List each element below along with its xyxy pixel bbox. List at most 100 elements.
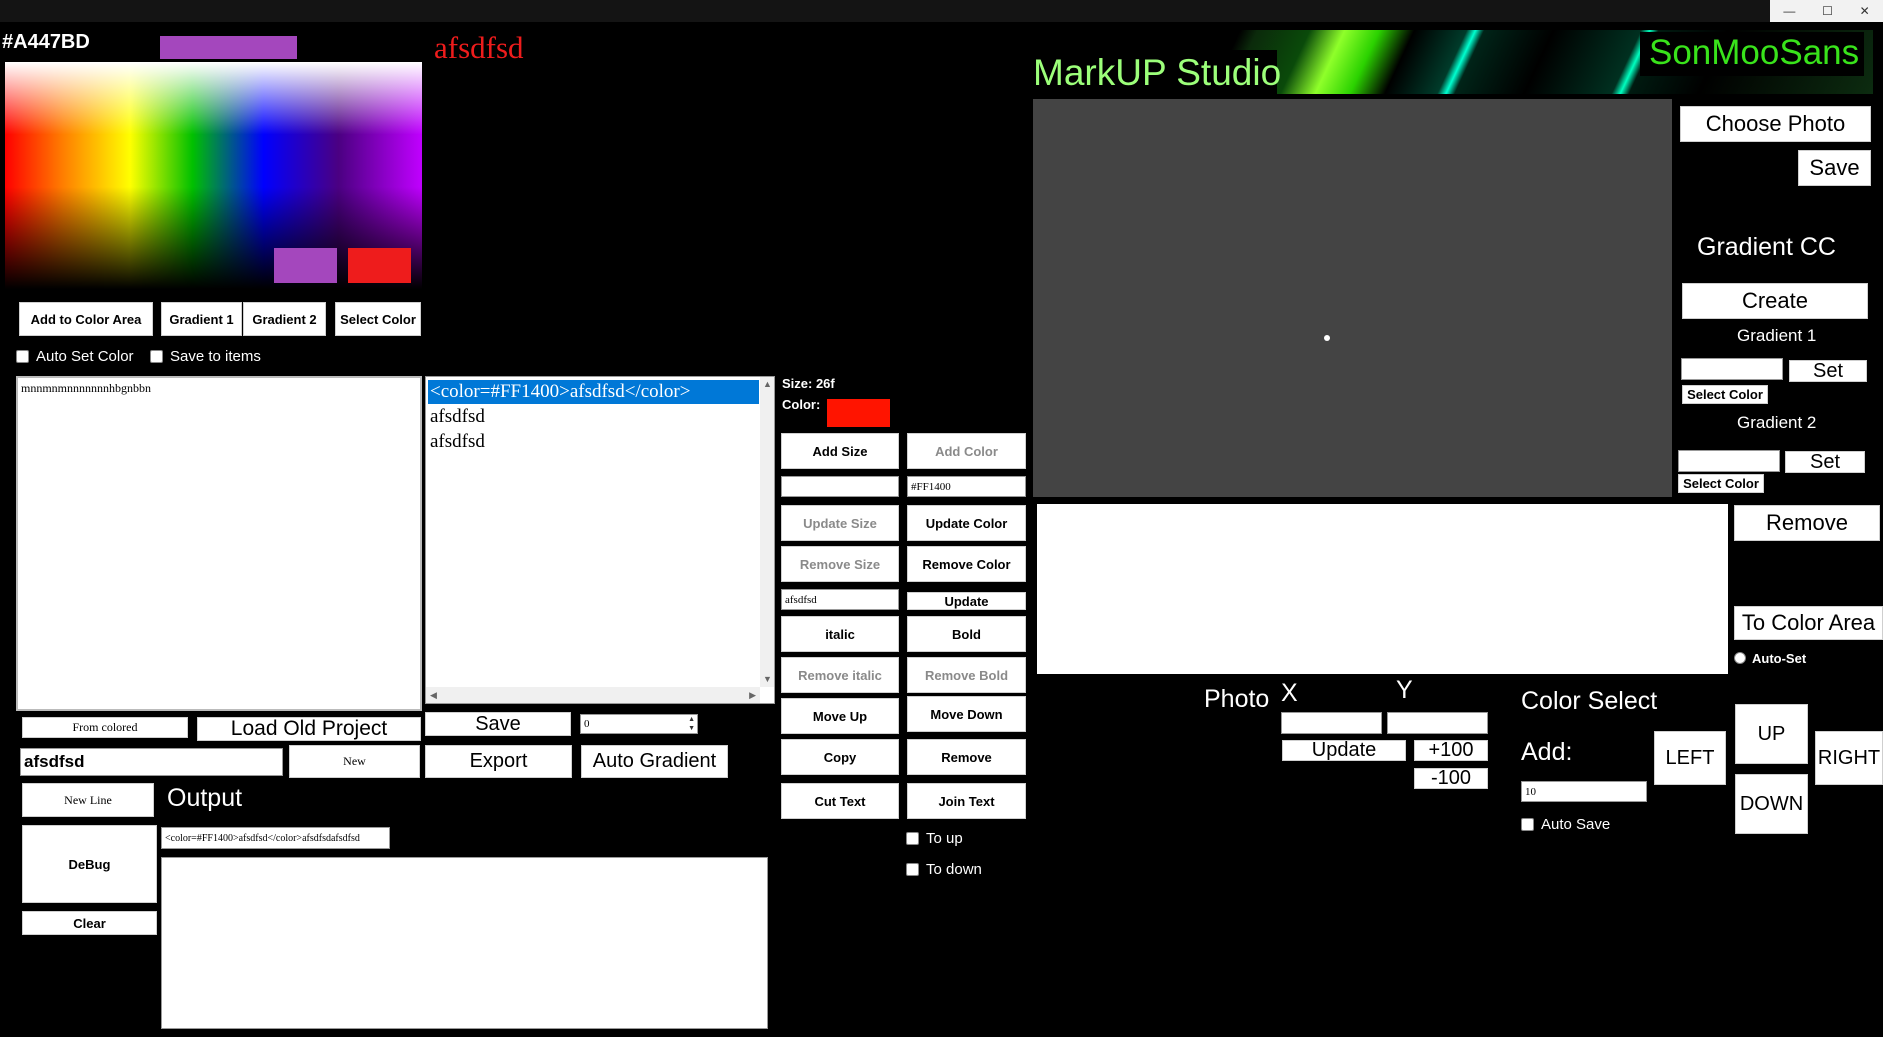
- plus-100-button[interactable]: +100: [1414, 739, 1488, 761]
- color-area-panel[interactable]: [1037, 504, 1728, 674]
- gradient-1-input[interactable]: [1681, 358, 1783, 380]
- scroll-left-icon[interactable]: ◀: [430, 691, 437, 700]
- auto-save-label: Auto Save: [1541, 816, 1611, 833]
- color-label: Color:: [782, 397, 821, 412]
- list-item[interactable]: <color=#FF1400>afsdfsd</color>: [428, 380, 759, 404]
- update-size-button[interactable]: Update Size: [781, 505, 899, 541]
- gradient-2-set-button[interactable]: Set: [1785, 451, 1865, 473]
- up-button[interactable]: UP: [1735, 704, 1808, 764]
- gradient-1-select-color-button[interactable]: Select Color: [1682, 385, 1768, 404]
- gradient-1-button[interactable]: Gradient 1: [161, 302, 242, 336]
- save-button[interactable]: Save: [425, 712, 571, 736]
- down-button[interactable]: DOWN: [1735, 774, 1808, 834]
- color-input[interactable]: #FF1400: [907, 476, 1026, 497]
- photo-label: Photo: [1204, 685, 1270, 713]
- x-input[interactable]: [1281, 712, 1382, 734]
- bold-button[interactable]: Bold: [907, 616, 1026, 652]
- studio-save-button[interactable]: Save: [1798, 150, 1871, 186]
- new-button[interactable]: New: [289, 745, 420, 778]
- vertical-scrollbar[interactable]: ▲ ▼: [760, 377, 774, 687]
- add-size-button[interactable]: Add Size: [781, 433, 899, 469]
- item-list[interactable]: <color=#FF1400>afsdfsd</color> afsdfsd a…: [425, 376, 775, 704]
- move-up-button[interactable]: Move Up: [781, 698, 899, 734]
- y-input[interactable]: [1387, 712, 1488, 734]
- join-text-button[interactable]: Join Text: [907, 783, 1026, 819]
- add-amount-input[interactable]: 10: [1521, 781, 1647, 802]
- horizontal-scrollbar[interactable]: ◀ ▶: [426, 687, 760, 703]
- save-to-items-checkbox[interactable]: [150, 350, 163, 363]
- update-button[interactable]: Update: [907, 592, 1026, 610]
- add-amount-input-value: 10: [1525, 785, 1536, 798]
- add-to-color-area-button[interactable]: Add to Color Area: [19, 302, 153, 336]
- scroll-down-icon[interactable]: ▼: [763, 675, 772, 684]
- remove-color-area-button[interactable]: Remove: [1734, 505, 1880, 541]
- scroll-right-icon[interactable]: ▶: [749, 691, 756, 700]
- add-color-button[interactable]: Add Color: [907, 433, 1026, 469]
- minimize-icon[interactable]: —: [1783, 4, 1795, 18]
- y-label: Y: [1396, 676, 1413, 704]
- color-slot-1[interactable]: [274, 248, 337, 283]
- italic-button[interactable]: italic: [781, 616, 899, 652]
- remove-italic-button[interactable]: Remove italic: [781, 657, 899, 693]
- size-input[interactable]: [781, 476, 899, 497]
- minus-100-button[interactable]: -100: [1414, 767, 1488, 789]
- gradient-1-set-button[interactable]: Set: [1789, 360, 1867, 382]
- remove-size-button[interactable]: Remove Size: [781, 546, 899, 582]
- window-controls: — ☐ ✕: [1770, 0, 1883, 22]
- color-slot-2[interactable]: [348, 248, 411, 283]
- save-to-items-label: Save to items: [170, 348, 261, 365]
- select-color-button[interactable]: Select Color: [335, 302, 421, 336]
- number-spinner[interactable]: 0 ▲ ▼: [580, 714, 698, 734]
- new-line-button[interactable]: New Line: [22, 783, 154, 817]
- photo-canvas[interactable]: [1033, 99, 1672, 497]
- update-color-button[interactable]: Update Color: [907, 505, 1026, 541]
- auto-save-checkbox[interactable]: [1521, 818, 1534, 831]
- right-button[interactable]: RIGHT: [1815, 731, 1883, 785]
- copy-button[interactable]: Copy: [781, 739, 899, 775]
- output-line[interactable]: <color=#FF1400>afsdfsd</color>afsdfsdafs…: [161, 827, 390, 849]
- move-down-button[interactable]: Move Down: [907, 696, 1026, 732]
- x-label: X: [1281, 679, 1298, 707]
- size-label: Size: 26f: [782, 376, 835, 391]
- clear-button[interactable]: Clear: [22, 911, 157, 935]
- output-textarea[interactable]: [161, 857, 768, 1029]
- text-editor[interactable]: mnnmnmnnnnnnnhbgnbbn: [16, 376, 422, 711]
- window-title-bar: [0, 0, 1883, 22]
- list-item[interactable]: afsdfsd: [430, 405, 485, 429]
- close-icon[interactable]: ✕: [1860, 4, 1870, 18]
- gradient-2-button[interactable]: Gradient 2: [243, 302, 326, 336]
- color-select-label: Color Select: [1521, 687, 1658, 715]
- gradient-2-input[interactable]: [1678, 450, 1780, 472]
- remove-bold-button[interactable]: Remove Bold: [907, 657, 1026, 693]
- to-down-checkbox[interactable]: [906, 863, 919, 876]
- list-item[interactable]: afsdfsd: [430, 430, 485, 454]
- remove-button[interactable]: Remove: [907, 739, 1026, 775]
- export-button[interactable]: Export: [425, 745, 572, 778]
- gradient-2-select-color-button[interactable]: Select Color: [1678, 474, 1764, 493]
- output-label: Output: [167, 784, 243, 812]
- choose-photo-button[interactable]: Choose Photo: [1680, 106, 1871, 142]
- auto-set-color-checkbox[interactable]: [16, 350, 29, 363]
- debug-button[interactable]: DeBug: [22, 825, 157, 903]
- from-colored-button[interactable]: From colored: [22, 717, 188, 738]
- to-up-checkbox[interactable]: [906, 832, 919, 845]
- auto-set-radio[interactable]: [1734, 652, 1746, 664]
- name-input[interactable]: afsdfsd: [20, 748, 283, 776]
- studio-title: MarkUP Studio: [1033, 52, 1282, 93]
- color-input-value: #FF1400: [911, 480, 951, 493]
- cut-text-button[interactable]: Cut Text: [781, 783, 899, 819]
- auto-set-color-label: Auto Set Color: [36, 348, 134, 365]
- create-button[interactable]: Create: [1682, 283, 1868, 319]
- left-button[interactable]: LEFT: [1654, 731, 1726, 785]
- spinner-arrows-icon[interactable]: ▲ ▼: [688, 715, 695, 733]
- remove-color-button[interactable]: Remove Color: [907, 546, 1026, 582]
- current-color-swatch: [160, 36, 297, 59]
- tag-text-input[interactable]: afsdfsd: [781, 589, 899, 610]
- scroll-up-icon[interactable]: ▲: [763, 380, 772, 389]
- load-old-project-button[interactable]: Load Old Project: [197, 717, 421, 741]
- update-position-button[interactable]: Update: [1282, 739, 1406, 761]
- maximize-icon[interactable]: ☐: [1822, 4, 1833, 18]
- auto-gradient-button[interactable]: Auto Gradient: [581, 745, 728, 778]
- to-color-area-button[interactable]: To Color Area: [1734, 606, 1883, 640]
- output-line-value: <color=#FF1400>afsdfsd</color>afsdfsdafs…: [165, 832, 360, 844]
